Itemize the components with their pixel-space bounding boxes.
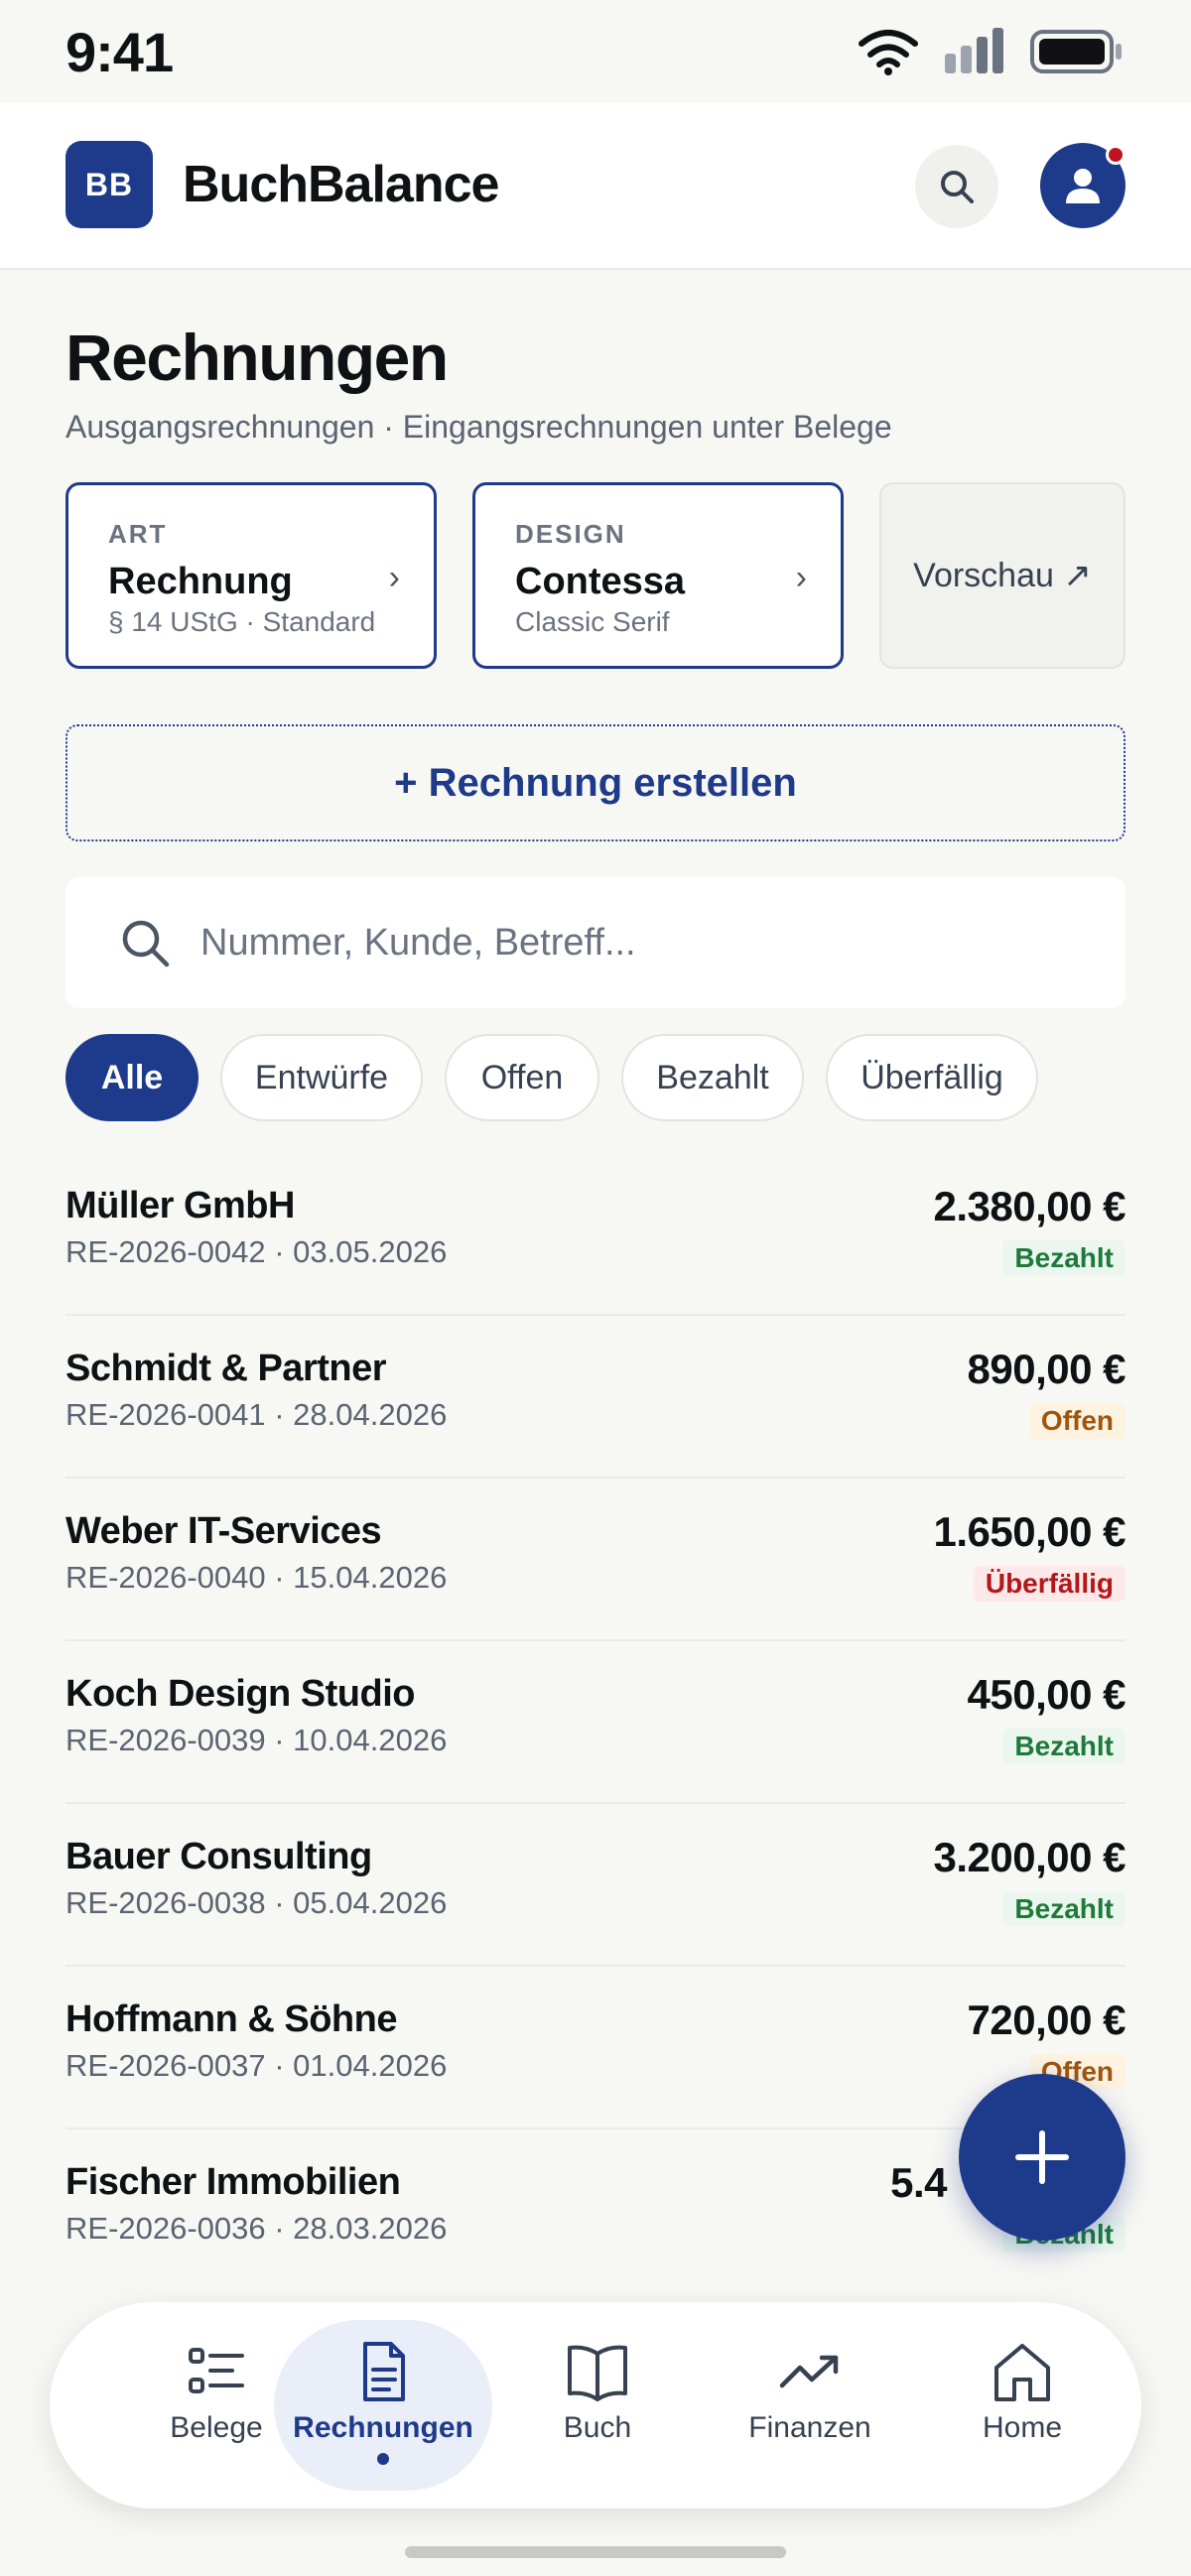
filter-chip-overdue[interactable]: Überfällig (826, 1034, 1038, 1121)
card-subtitle: § 14 UStG · Standard (108, 606, 376, 637)
status-badge: Bezahlt (1002, 1240, 1125, 1276)
tab-label: Buch (563, 2411, 632, 2444)
search-input[interactable] (200, 907, 1074, 978)
customer-name: Hoffmann & Söhne (66, 1998, 397, 2040)
invoice-amount: 1.650,00 € (933, 1508, 1125, 1555)
chevron-right-icon: › (388, 559, 400, 596)
invoice-amount: 2.380,00 € (933, 1183, 1125, 1229)
invoice-row[interactable]: Weber IT-Services RE-2026-0040 · 15.04.2… (66, 1479, 1125, 1641)
preview-button[interactable]: Vorschau ↗ (879, 482, 1125, 669)
invoice-row[interactable]: Koch Design Studio RE-2026-0039 · 10.04.… (66, 1641, 1125, 1804)
app-name: BuchBalance (183, 156, 499, 213)
search-icon (941, 171, 974, 203)
user-icon (1066, 169, 1100, 203)
battery-icon (1030, 30, 1122, 73)
invoice-amount: 890,00 € (967, 1346, 1126, 1392)
card-title: Rechnung (108, 561, 293, 602)
tab-label: Home (982, 2411, 1063, 2444)
customer-name: Koch Design Studio (66, 1673, 416, 1715)
filter-chip-all[interactable]: Alle (66, 1034, 198, 1121)
home-icon (994, 2344, 1050, 2401)
tab-home[interactable]: Home (913, 2320, 1131, 2491)
invoice-meta: RE-2026-0042 · 03.05.2026 (66, 1234, 448, 1269)
status-badge: Bezahlt (1002, 1729, 1125, 1764)
invoice-amount: 5.4 (890, 2159, 947, 2206)
card-subtitle: Classic Serif (515, 606, 670, 637)
active-tab-indicator (377, 2453, 389, 2465)
book-icon (568, 2345, 627, 2401)
design-selector[interactable]: DESIGN Contessa Classic Serif › (472, 482, 844, 669)
page-subtitle: Ausgangsrechnungen · Eingangsrechnungen … (66, 409, 892, 445)
status-bar: 9:41 (0, 0, 1191, 103)
page-title: Rechnungen (66, 321, 449, 394)
status-badge: Offen (1028, 1403, 1125, 1439)
invoice-row[interactable]: Bauer Consulting RE-2026-0038 · 05.04.20… (66, 1804, 1125, 1967)
customer-name: Schmidt & Partner (66, 1348, 387, 1389)
invoice-meta: RE-2026-0041 · 28.04.2026 (66, 1397, 448, 1432)
invoice-row[interactable]: Müller GmbH RE-2026-0042 · 03.05.2026 2.… (66, 1153, 1125, 1316)
invoice-type-selector[interactable]: ART Rechnung § 14 UStG · Standard › (66, 482, 437, 669)
status-badge: Bezahlt (1002, 1891, 1125, 1927)
bottom-tab-bar: Belege Rechnungen Buch Finanzen Home (50, 2302, 1141, 2509)
signal-icon (945, 28, 1003, 73)
filter-chip-drafts[interactable]: Entwürfe (220, 1034, 423, 1121)
search-bar (66, 877, 1125, 1008)
header-search-button[interactable] (915, 145, 998, 228)
customer-name: Weber IT-Services (66, 1510, 382, 1552)
status-time: 9:41 (66, 21, 174, 83)
invoice-amount: 450,00 € (967, 1671, 1126, 1718)
home-indicator (405, 2546, 786, 2558)
invoice-meta: RE-2026-0039 · 10.04.2026 (66, 1723, 448, 1757)
trending-up-icon (779, 2355, 839, 2388)
card-title: Contessa (515, 561, 686, 602)
tab-buch[interactable]: Buch (488, 2320, 707, 2491)
add-invoice-fab[interactable] (959, 2074, 1125, 2241)
invoice-meta: RE-2026-0037 · 01.04.2026 (66, 2048, 448, 2083)
app-header: BB BuchBalance (0, 103, 1191, 270)
invoice-amount: 3.200,00 € (933, 1834, 1125, 1880)
customer-name: Fischer Immobilien (66, 2161, 401, 2203)
customer-name: Bauer Consulting (66, 1836, 372, 1877)
tab-rechnungen[interactable]: Rechnungen (274, 2320, 492, 2491)
tab-label: Rechnungen (293, 2411, 473, 2444)
tab-finanzen[interactable]: Finanzen (701, 2320, 919, 2491)
create-invoice-button[interactable]: + Rechnung erstellen (66, 724, 1125, 841)
invoice-meta: RE-2026-0038 · 05.04.2026 (66, 1885, 448, 1920)
wifi-icon (859, 30, 918, 75)
customer-name: Müller GmbH (66, 1185, 295, 1226)
list-icon (189, 2348, 244, 2393)
status-badge: Überfällig (973, 1566, 1125, 1602)
app-logo[interactable]: BB (66, 141, 153, 228)
notification-dot (1106, 145, 1125, 165)
chevron-right-icon: › (795, 559, 807, 596)
invoice-meta: RE-2026-0036 · 28.03.2026 (66, 2211, 448, 2246)
tab-label: Finanzen (748, 2411, 871, 2444)
profile-button[interactable] (1040, 143, 1125, 228)
plus-icon (1015, 2130, 1069, 2184)
filter-chip-paid[interactable]: Bezahlt (621, 1034, 804, 1121)
filter-chip-open[interactable]: Offen (445, 1034, 599, 1121)
document-icon (363, 2342, 405, 2401)
invoice-meta: RE-2026-0040 · 15.04.2026 (66, 1560, 448, 1595)
tab-label: Belege (170, 2411, 263, 2444)
invoice-row[interactable]: Hoffmann & Söhne RE-2026-0037 · 01.04.20… (66, 1967, 1125, 2129)
card-eyebrow: ART (108, 519, 168, 549)
invoice-row[interactable]: Schmidt & Partner RE-2026-0041 · 28.04.2… (66, 1316, 1125, 1479)
invoice-amount: 720,00 € (967, 1996, 1126, 2043)
card-eyebrow: DESIGN (515, 519, 626, 549)
search-icon (122, 920, 170, 967)
